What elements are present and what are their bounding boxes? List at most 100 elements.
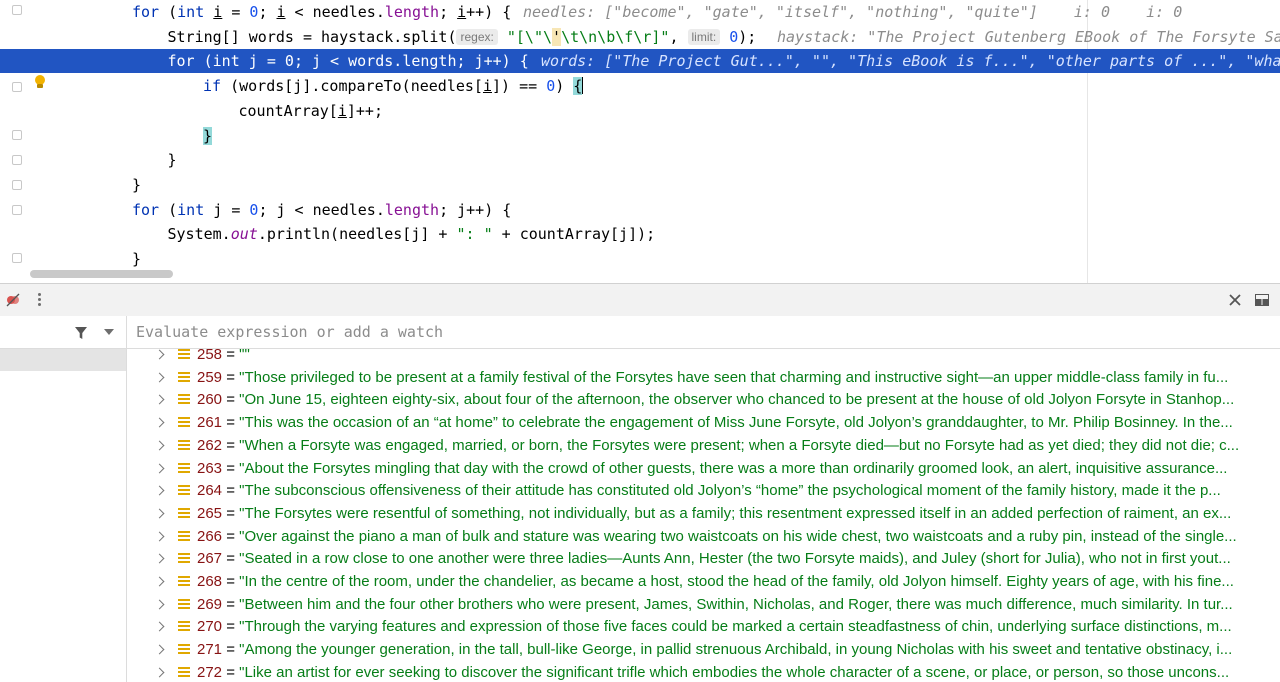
equals-sign: = [222, 527, 240, 545]
code-token: , [669, 27, 688, 46]
code-line-current[interactable]: for (int j = 0; j < words.length; j++) {… [0, 49, 1280, 74]
chevron-right-icon[interactable] [154, 417, 165, 428]
code-token: + countArray[j]); [492, 225, 656, 244]
code-line[interactable]: System.out.println(needles[j] + ": " + c… [0, 222, 1280, 246]
variable-value: "Over against the piano a man of bulk an… [239, 527, 1237, 545]
mute-breakpoints-icon[interactable] [6, 293, 20, 307]
variable-row[interactable]: 267 = "Seated in a row close to one anot… [127, 547, 1280, 570]
code-editor[interactable]: for (int i = 0; i < needles.length; i++)… [0, 0, 1280, 283]
close-icon[interactable] [1228, 293, 1242, 307]
array-element-icon [178, 598, 190, 610]
variable-row[interactable]: 272 = "Like an artist for ever seeking t… [127, 661, 1280, 682]
code-token: ; j < words. [293, 52, 403, 71]
code-token: countArray[ [238, 101, 338, 120]
variable-value: "When a Forsyte was engaged, married, or… [239, 436, 1240, 454]
equals-sign: = [222, 550, 240, 568]
chevron-right-icon[interactable] [154, 599, 165, 610]
array-element-icon [178, 576, 190, 587]
equals-sign: = [222, 349, 240, 363]
variable-row[interactable]: 259 = "Those privileged to be present at… [127, 366, 1280, 389]
variable-row[interactable]: 264 = "The subconscious offensiveness of… [127, 479, 1280, 502]
code-line[interactable]: } [0, 148, 1280, 172]
variable-value: "This was the occasion of an “at home” t… [239, 414, 1233, 432]
variable-index: 264 [197, 482, 223, 500]
variable-text: 269 = "Between him and the four other br… [197, 593, 1233, 616]
chevron-right-icon[interactable] [154, 644, 165, 655]
variable-row[interactable]: 271 = "Among the younger generation, in … [127, 638, 1280, 661]
code-line[interactable]: for (int j = 0; j < needles.length; j++)… [0, 198, 1280, 222]
code-line[interactable]: for (int i = 0; i < needles.length; i++)… [0, 0, 1280, 24]
chevron-right-icon[interactable] [154, 485, 165, 496]
code-text: if (words[j].compareTo(needles[i]) == 0)… [203, 74, 584, 98]
code-text: } [168, 148, 177, 172]
variable-row[interactable]: 266 = "Over against the piano a man of b… [127, 525, 1280, 548]
code-token: j = [248, 52, 285, 71]
chevron-right-icon[interactable] [154, 440, 165, 451]
code-line[interactable]: countArray[i]++; [0, 99, 1280, 123]
text-caret [582, 77, 584, 95]
variable-row[interactable]: 263 = "About the Forsytes mingling that … [127, 457, 1280, 480]
chevron-right-icon[interactable] [154, 349, 165, 360]
selected-frame[interactable] [0, 349, 126, 371]
chevron-right-icon[interactable] [154, 531, 165, 542]
inline-debug-value: words: ["The Project Gut...", "", "This … [541, 52, 1280, 71]
chevron-right-icon[interactable] [154, 463, 165, 473]
variable-row[interactable]: 268 = "In the centre of the room, under … [127, 570, 1280, 593]
code-token: ]) == [492, 77, 547, 96]
chevron-right-icon[interactable] [154, 576, 165, 587]
code-token: ]++; [346, 101, 383, 120]
code-line[interactable]: } [0, 124, 1280, 148]
chevron-down-icon[interactable] [104, 329, 114, 335]
variable-text: 259 = "Those privileged to be present at… [197, 366, 1228, 389]
code-token: length [402, 52, 457, 71]
layout-icon[interactable] [1255, 294, 1269, 306]
code-token: ( [159, 3, 178, 21]
chevron-right-icon[interactable] [154, 667, 165, 678]
variable-row[interactable]: 269 = "Between him and the four other br… [127, 593, 1280, 616]
chevron-right-icon[interactable] [154, 553, 165, 564]
variable-text: 263 = "About the Forsytes mingling that … [197, 457, 1227, 480]
chevron-right-icon[interactable] [154, 508, 165, 519]
chevron-right-icon[interactable] [154, 372, 165, 383]
code-line[interactable]: } [0, 247, 1280, 271]
variable-text: 267 = "Seated in a row close to one anot… [197, 547, 1231, 570]
variable-row[interactable]: 265 = "The Forsytes were resentful of so… [127, 502, 1280, 525]
code-line[interactable]: if (words[j].compareTo(needles[i]) == 0)… [0, 74, 1280, 98]
code-line[interactable]: String[] words = haystack.split(regex: "… [0, 25, 1280, 49]
inline-debug-value: haystack: "The Project Gutenberg EBook o… [777, 27, 1280, 46]
filter-icon[interactable] [74, 326, 88, 340]
variable-text: 270 = "Through the varying features and … [197, 615, 1232, 638]
code-token: j = [213, 200, 250, 219]
code-token: ; [258, 3, 277, 21]
variable-row[interactable]: 258 = "" [127, 349, 1280, 366]
code-token: ": " [456, 225, 493, 244]
variable-row[interactable]: 262 = "When a Forsyte was engaged, marri… [127, 434, 1280, 457]
variable-value: "In the centre of the room, under the ch… [239, 573, 1234, 590]
watch-bar [0, 316, 1280, 349]
variable-row[interactable]: 260 = "On June 15, eighteen eighty-six, … [127, 388, 1280, 411]
chevron-right-icon[interactable] [154, 621, 165, 632]
variable-text: 268 = "In the centre of the room, under … [197, 570, 1234, 593]
horizontal-scrollbar[interactable] [30, 270, 173, 278]
debug-panel-header [0, 283, 1280, 316]
evaluate-expression-input[interactable] [128, 316, 1278, 348]
variable-value: "" [239, 349, 250, 363]
code-token: 0 [284, 52, 294, 71]
code-token: "[\"\ [497, 27, 553, 46]
code-token: out [230, 225, 258, 244]
variable-index: 267 [197, 550, 223, 568]
array-element-icon [178, 349, 190, 360]
more-options-icon[interactable] [38, 291, 42, 309]
variable-index: 272 [197, 663, 223, 681]
chevron-right-icon[interactable] [154, 394, 165, 405]
variable-row[interactable]: 270 = "Through the varying features and … [127, 615, 1280, 638]
code-token: i [213, 3, 223, 21]
code-token: 0 [546, 77, 556, 96]
array-element-icon [178, 621, 190, 632]
variable-row[interactable]: 261 = "This was the occasion of an “at h… [127, 411, 1280, 434]
code-token: ; [439, 3, 458, 21]
code-text: countArray[i]++; [239, 99, 384, 123]
code-line[interactable]: } [0, 173, 1280, 197]
code-token: ; j++) { [456, 52, 529, 71]
